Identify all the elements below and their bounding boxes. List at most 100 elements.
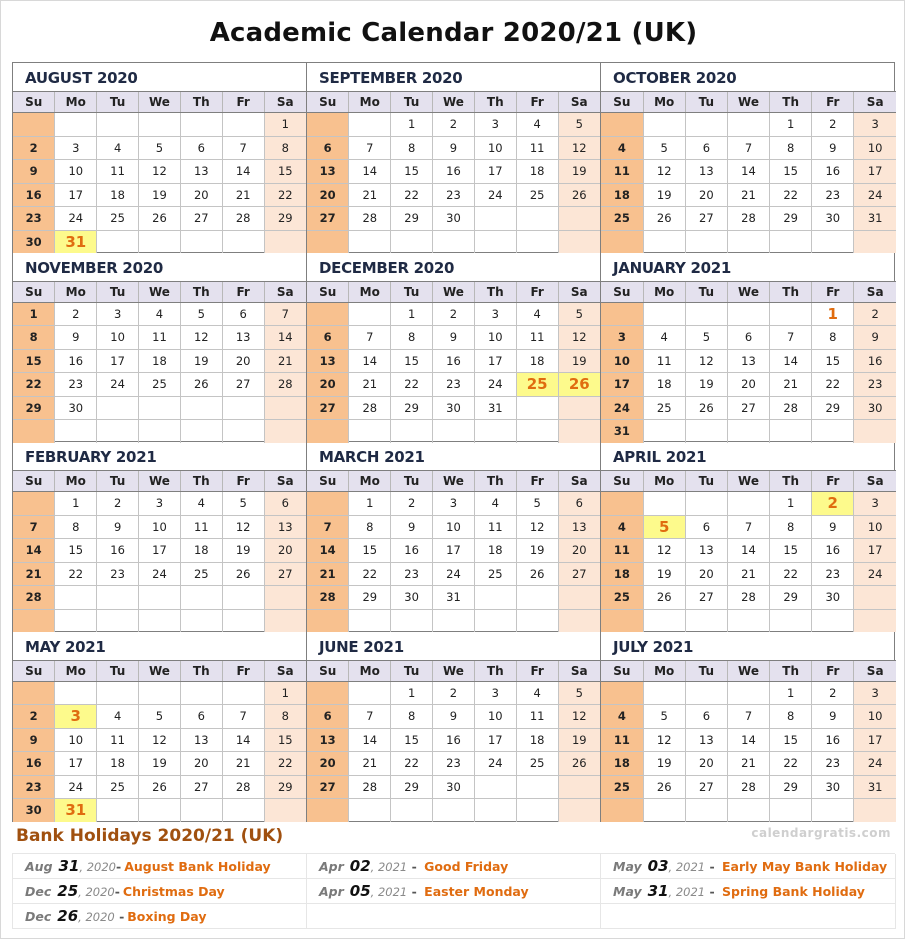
empty-day-cell (601, 491, 644, 516)
day-cell: 30 (853, 396, 896, 420)
empty-day-cell (390, 419, 434, 443)
empty-day-cell (516, 230, 559, 253)
day-cell: 13 (685, 728, 728, 752)
empty-day-cell (516, 419, 559, 443)
day-cell: 29 (769, 585, 813, 610)
day-cell: 24 (474, 183, 517, 207)
month-title: JUNE 2021 (307, 632, 600, 661)
empty-day-cell (727, 798, 771, 822)
weekday-header: Sa (264, 92, 306, 113)
separator: - (114, 884, 120, 899)
day-cell: 14 (348, 349, 392, 373)
empty-day-cell (853, 230, 896, 253)
day-cell: 18 (138, 349, 181, 373)
empty-day-cell (180, 609, 223, 632)
day-cell: 8 (54, 515, 98, 539)
day-cell: 6 (307, 325, 350, 350)
weekday-header: Su (307, 660, 350, 682)
day-cell: 26 (138, 206, 181, 231)
day-cell: 22 (264, 751, 306, 776)
day-cell: 2 (96, 491, 140, 516)
day-cell: 2 (811, 112, 855, 137)
bank-holiday-year: , 2021 (370, 860, 408, 874)
empty-day-cell (138, 609, 181, 632)
weekday-header: Mo (54, 92, 98, 113)
day-cell: 7 (222, 136, 265, 160)
weekday-header: Mo (643, 471, 686, 492)
month-title: MARCH 2021 (307, 442, 600, 471)
empty-day-cell (180, 681, 223, 705)
day-cell: 22 (769, 562, 813, 586)
day-cell: 23 (432, 183, 475, 207)
weekday-header: Sa (558, 281, 600, 303)
empty-day-cell (601, 230, 644, 253)
empty-day-cell (601, 112, 644, 137)
day-cell: 28 (727, 585, 771, 610)
day-cell: 19 (138, 751, 181, 776)
empty-day-cell (264, 798, 306, 822)
day-cell: 2 (853, 302, 896, 326)
day-cell: 15 (811, 349, 855, 373)
day-cell: 8 (769, 136, 813, 160)
day-cell: 17 (54, 751, 98, 776)
day-cell: 7 (348, 325, 392, 350)
day-cell: 4 (601, 704, 644, 729)
empty-day-cell (474, 419, 517, 443)
month-title: APRIL 2021 (601, 442, 896, 471)
month-block: JANUARY 2021 Su Mo Tu We Th Fr Sa 1 2 3 4 5 6 7 8 9 10 11 1… (601, 253, 896, 443)
month-table: Su Mo Tu We Th Fr Sa 1 2 3 4 5 6 7 8 9 10 11 12 13 14 15 16 17 1… (601, 92, 896, 253)
empty-day-cell (474, 585, 517, 610)
bank-holiday-entry: Aug 31, 2020- August Bank Holiday (13, 854, 307, 879)
weekday-header: Th (474, 471, 517, 492)
month-block: APRIL 2021 Su Mo Tu We Th Fr Sa 1 2 3 4 5 6 7 8 9 10 11 12 1… (601, 442, 896, 632)
day-cell: 3 (54, 136, 98, 160)
day-cell: 23 (853, 372, 896, 397)
holiday-day-cell: 31 (54, 230, 98, 253)
month-block: OCTOBER 2020 Su Mo Tu We Th Fr Sa 1 2 3 4 5 6 7 8 9 10 11 1… (601, 63, 896, 253)
empty-day-cell (54, 112, 98, 137)
day-cell: 22 (811, 372, 855, 397)
bank-holiday-month: Aug (25, 859, 53, 874)
empty-day-cell (13, 609, 56, 632)
empty-day-cell (727, 681, 771, 705)
day-cell: 16 (390, 538, 434, 563)
day-cell: 22 (769, 183, 813, 207)
empty-day-cell (853, 609, 896, 632)
weekday-header: Su (601, 281, 644, 303)
day-cell: 24 (853, 751, 896, 776)
month-title: JULY 2021 (601, 632, 896, 661)
day-cell: 4 (180, 491, 223, 516)
day-cell: 12 (516, 515, 559, 539)
bank-holiday-month: Dec (25, 884, 52, 899)
weekday-header: Th (474, 660, 517, 682)
day-cell: 12 (643, 159, 686, 184)
day-cell: 3 (138, 491, 181, 516)
day-cell: 28 (222, 775, 265, 799)
day-cell: 17 (474, 728, 517, 752)
day-cell: 11 (516, 325, 559, 350)
weekday-header: Tu (96, 471, 140, 492)
empty-day-cell (601, 302, 644, 326)
weekday-header: We (432, 92, 475, 113)
weekday-header: Mo (643, 92, 686, 113)
month-title: NOVEMBER 2020 (13, 253, 306, 282)
day-cell: 12 (138, 159, 181, 184)
day-cell: 27 (727, 396, 771, 420)
day-cell: 21 (307, 562, 350, 586)
month-title: DECEMBER 2020 (307, 253, 600, 282)
day-cell: 5 (643, 136, 686, 160)
bank-holiday-month: May (613, 859, 642, 874)
day-cell: 21 (222, 183, 265, 207)
day-cell: 5 (643, 704, 686, 729)
day-cell: 31 (853, 206, 896, 231)
day-cell: 17 (432, 538, 475, 563)
day-cell: 10 (54, 728, 98, 752)
empty-day-cell (54, 585, 98, 610)
month-table: Su Mo Tu We Th Fr Sa 1 2 3 4 5 6 7 8 9 10 11 12 13 14 15 16 17 1… (601, 471, 896, 632)
day-cell: 25 (96, 775, 140, 799)
day-cell: 10 (474, 325, 517, 350)
separator: - (407, 884, 422, 899)
day-cell: 17 (853, 159, 896, 184)
day-cell: 7 (264, 302, 306, 326)
empty-day-cell (222, 798, 265, 822)
